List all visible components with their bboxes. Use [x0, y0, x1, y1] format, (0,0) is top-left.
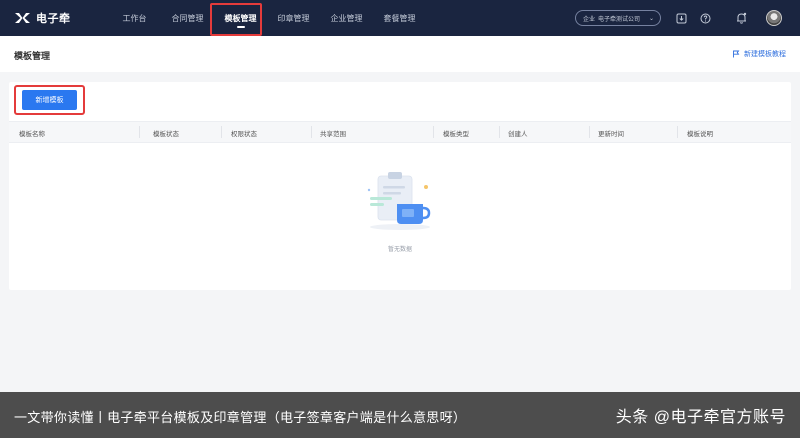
- nav-item-enterprise[interactable]: 企业管理: [320, 0, 373, 36]
- new-template-tutorial-link[interactable]: 新建模板教程: [732, 49, 786, 59]
- caption-watermark: 头条 @电子牵官方账号: [615, 409, 786, 426]
- download-icon[interactable]: [675, 12, 687, 24]
- top-nav-bar: 电子牵 工作台 合同管理 模板管理 印章管理 企业管理 套餐管理 企业 电子牵测…: [0, 0, 800, 36]
- caption-title: 一文带你读懂丨电子牵平台模板及印章管理（电子签章客户端是什么意思呀）: [14, 410, 467, 425]
- column-header-status[interactable]: 模板状态: [153, 128, 179, 138]
- company-switcher[interactable]: 企业 电子牵测试公司 ⌄: [575, 10, 661, 26]
- nav-item-packages[interactable]: 套餐管理: [373, 0, 426, 36]
- company-name: 电子牵测试公司: [598, 16, 641, 23]
- nav-item-seals[interactable]: 印章管理: [267, 0, 320, 36]
- company-prefix: 企业: [583, 16, 596, 23]
- column-header-updated[interactable]: 更新时间: [598, 128, 624, 138]
- user-avatar[interactable]: [766, 10, 782, 26]
- caption-bar: 一文带你读懂丨电子牵平台模板及印章管理（电子签章客户端是什么意思呀） 头条 @电…: [0, 392, 800, 438]
- add-template-button[interactable]: 新增模板: [22, 90, 77, 110]
- chevron-down-icon: ⌄: [648, 15, 654, 22]
- logo-icon: [15, 13, 30, 23]
- help-icon[interactable]: [699, 12, 711, 24]
- column-divider: [677, 126, 678, 138]
- column-header-permission[interactable]: 权限状态: [231, 128, 257, 138]
- empty-state-illustration: [364, 170, 436, 237]
- column-divider: [589, 126, 590, 138]
- nav-item-contracts[interactable]: 合同管理: [161, 0, 214, 36]
- bell-icon[interactable]: [735, 12, 747, 24]
- column-divider: [433, 126, 434, 138]
- column-header-description[interactable]: 模板说明: [687, 128, 713, 138]
- page-title: 模板管理: [14, 51, 51, 61]
- tutorial-label: 新建模板教程: [744, 51, 786, 58]
- empty-state-text: 暂无数据: [387, 247, 412, 253]
- column-header-type[interactable]: 模板类型: [443, 128, 469, 138]
- column-divider: [221, 126, 222, 138]
- page-header: 模板管理 新建模板教程: [0, 36, 800, 72]
- brand-name: 电子牵: [36, 13, 71, 25]
- column-header-share-scope[interactable]: 共享范围: [320, 128, 346, 138]
- table-header: 模板名称 模板状态 权限状态 共享范围 模板类型 创建人 更新时间 模板说明: [9, 121, 791, 143]
- column-divider: [499, 126, 500, 138]
- flag-icon: [733, 50, 740, 58]
- main-nav: 工作台 合同管理 模板管理 印章管理 企业管理 套餐管理: [108, 0, 426, 36]
- brand-logo[interactable]: 电子牵: [14, 10, 71, 26]
- column-divider: [311, 126, 312, 138]
- nav-item-workbench[interactable]: 工作台: [108, 0, 161, 36]
- nav-item-templates[interactable]: 模板管理: [214, 0, 267, 36]
- column-header-creator[interactable]: 创建人: [508, 128, 528, 138]
- column-header-name[interactable]: 模板名称: [19, 128, 45, 138]
- column-divider: [139, 126, 140, 138]
